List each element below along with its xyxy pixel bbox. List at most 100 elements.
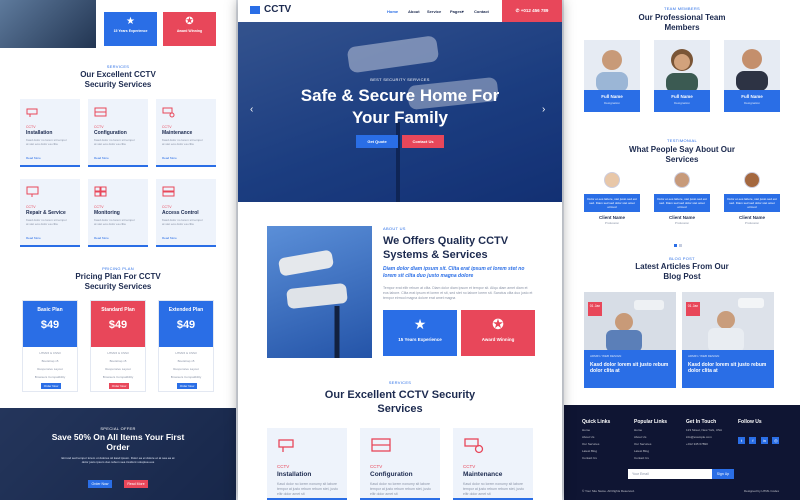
team-card[interactable]: Full Name Designation [724, 40, 780, 120]
footer: Quick Links Home About Us Our Services L… [564, 405, 800, 500]
left-badge-award: ✪ Award Winning [163, 12, 216, 46]
services-title: Our Excellent CCTV Security Services [80, 70, 156, 89]
service-card-maintenance[interactable]: CCTV Maintenance Kasd dolor no lorem sit… [156, 99, 216, 167]
about-image [267, 226, 372, 358]
footer-contact: Get In Touch 123 Street, New York, USA i… [686, 419, 723, 446]
linkedin-icon[interactable]: in [760, 437, 768, 444]
service-card-installation[interactable]: CCTV Installation Kasd dolor no lorem no… [267, 428, 347, 500]
nav-home[interactable]: Home [387, 9, 398, 14]
special-offer-section: SPECIAL OFFER Save 50% On All Items Your… [0, 408, 236, 500]
footer-link[interactable]: Our Services [634, 442, 680, 446]
star-icon: ★ [413, 316, 427, 332]
get-quote-button[interactable]: Get Quote [356, 135, 398, 148]
testimonial-item: Dolor et eos labore, stet justo sed est … [584, 172, 640, 225]
service-card-configuration[interactable]: CCTV Configuration Kasd dolor no lorem n… [360, 428, 440, 500]
nav-about[interactable]: About [408, 9, 420, 14]
read-more-link[interactable]: Read More [162, 156, 177, 160]
about-image [0, 0, 96, 48]
instagram-icon[interactable]: ◎ [772, 437, 780, 444]
hero-title: Safe & Secure Home For Your Family [300, 86, 500, 127]
blog-image: 01 Jan [682, 292, 774, 350]
about-lead: Diam dolor diam ipsum sit. Clita erat ip… [383, 266, 525, 279]
footer-link[interactable]: Our Services [582, 442, 628, 446]
right-preview-panel: TEAM MEMBERS Our Professional Team Membe… [564, 0, 800, 500]
service-card-access-control[interactable]: CCTV Access Control Kasd dolor no lorem … [156, 179, 216, 247]
order-now-button[interactable]: Order Now [41, 383, 61, 389]
footer-link[interactable]: Latest Blog [582, 449, 628, 453]
camera-gear-icon [162, 105, 176, 123]
blog-kicker: BLOG POST [669, 256, 695, 261]
team-card[interactable]: Full Name Designation [654, 40, 710, 120]
footer-link[interactable]: Contact Us [582, 456, 628, 460]
service-card-configuration[interactable]: CCTV Configuration Kasd dolor no lorem s… [88, 99, 148, 167]
blog-card[interactable]: 01 Jan ADMIN / WEB DESIGN Kasd dolor lore… [682, 292, 774, 388]
badge-award: ✪ Award Winning [461, 310, 535, 356]
avatar [674, 172, 690, 188]
left-badge-experience: ★ 15 Years Experience [104, 12, 157, 46]
footer-link[interactable]: Home [582, 428, 628, 432]
date-badge: 01 Jan [686, 302, 700, 316]
footer-link[interactable]: About Us [582, 435, 628, 439]
copyright: © Your Site Name. All Rights Reserved. [582, 489, 635, 493]
read-more-link[interactable]: Read More [26, 236, 41, 240]
contact-us-button[interactable]: Contact Us [402, 135, 444, 148]
chevron-right-icon[interactable]: › [542, 104, 545, 115]
services-kicker: SERVICES [106, 64, 130, 69]
service-card-installation[interactable]: CCTV Installation Kasd dolor no lorem si… [20, 99, 80, 167]
pricing-card-standard: Standard Plan $49 HTML5 & CSS3 Bootstrap … [90, 300, 146, 392]
order-now-button[interactable]: Order Now [109, 383, 129, 389]
caret-down-icon: ▾ [461, 9, 464, 14]
nav-pages[interactable]: Pages▾ [450, 9, 464, 14]
phone-button[interactable]: ✆ +012 456 789 [502, 0, 562, 22]
offer-title: Save 50% On All Items Your First Order [51, 432, 185, 452]
read-more-link[interactable]: Read More [94, 236, 109, 240]
read-more-link[interactable]: Read More [162, 236, 177, 240]
carousel-dots[interactable] [674, 234, 688, 247]
badge-experience: ★ 15 Years Experience [383, 310, 457, 356]
blog-card[interactable]: 01 Jan ADMIN / WEB DESIGN Kasd dolor lore… [584, 292, 676, 388]
services-title: Our Excellent CCTV Security Services [324, 389, 476, 415]
chevron-left-icon[interactable]: ‹ [250, 104, 253, 115]
read-more-link[interactable]: Read More [94, 156, 109, 160]
service-card-maintenance[interactable]: CCTV Maintenance Kasd dolor no lorem non… [453, 428, 533, 500]
offer-order-button[interactable]: Order Now [88, 480, 112, 488]
testimonial-title: What People Say About Our Services [629, 145, 735, 164]
blog-title: Latest Articles From Our Blog Post [635, 262, 729, 281]
newsletter-email-input[interactable]: Your Email [628, 469, 712, 479]
server-icon [162, 185, 176, 203]
about-body: Tempor erat elitr rebum at clita. Diam d… [383, 286, 533, 300]
services-kicker: SERVICES [388, 380, 412, 385]
signup-button[interactable]: Sign Up [712, 469, 734, 479]
nav-contact[interactable]: Contact [474, 9, 489, 14]
footer-link[interactable]: Contact Us [634, 456, 680, 460]
navbar: CCTV Home About Service Pages▾ Contact ✆… [238, 0, 562, 22]
service-card-repair[interactable]: CCTV Repair & Service Kasd dolor no lore… [20, 179, 80, 247]
team-photo [654, 40, 710, 90]
main-preview-panel: CCTV Home About Service Pages▾ Contact ✆… [238, 0, 562, 500]
team-card[interactable]: Full Name Designation [584, 40, 640, 120]
avatar [744, 172, 760, 188]
about-kicker: ABOUT US [383, 226, 406, 231]
footer-quick-links: Quick Links Home About Us Our Services L… [582, 419, 628, 460]
footer-popular-links: Popular Links Home About Us Our Services… [634, 419, 680, 460]
about-title: We Offers Quality CCTV Systems & Service… [383, 235, 509, 261]
facebook-icon[interactable]: f [749, 437, 757, 444]
date-badge: 01 Jan [588, 302, 602, 316]
award-icon: ✪ [492, 316, 504, 332]
footer-link[interactable]: Latest Blog [634, 449, 680, 453]
twitter-icon[interactable]: t [738, 437, 745, 444]
nav-service[interactable]: Service [427, 9, 441, 14]
footer-link[interactable]: About Us [634, 435, 680, 439]
monitor-icon [26, 185, 40, 203]
star-icon: ★ [126, 16, 135, 27]
testimonial-item: Dolor et eos labore, stet justo sed est … [654, 172, 710, 225]
offer-read-more-button[interactable]: Read More [124, 480, 148, 488]
offer-kicker: SPECIAL OFFER [100, 426, 136, 431]
read-more-link[interactable]: Read More [26, 156, 41, 160]
logo[interactable]: CCTV [264, 4, 291, 15]
service-card-monitoring[interactable]: CCTV Monitoring Kasd dolor no lorem sit … [88, 179, 148, 247]
order-now-button[interactable]: Order Now [177, 383, 197, 389]
footer-link[interactable]: Home [634, 428, 680, 432]
left-preview-panel: ★ 15 Years Experience ✪ Award Winning SE… [0, 0, 236, 500]
grid-screens-icon [94, 185, 108, 203]
